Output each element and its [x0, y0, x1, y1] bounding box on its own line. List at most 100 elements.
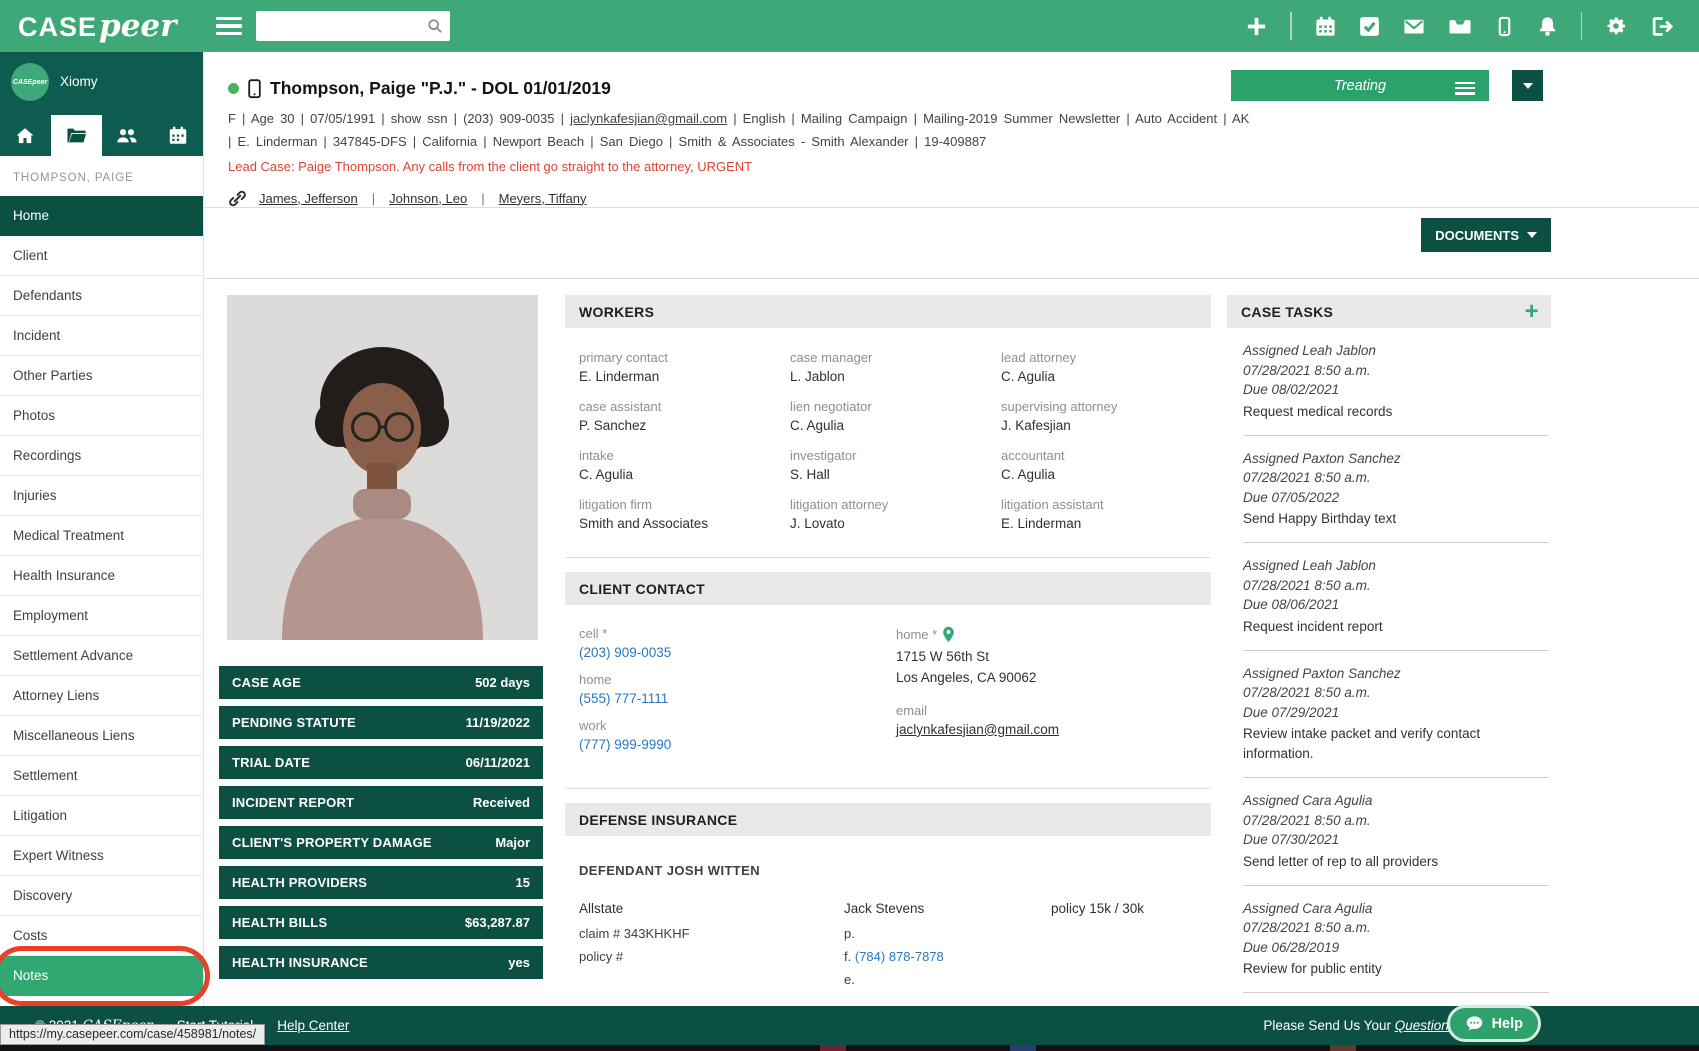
sidebar-item-medical-treatment[interactable]: Medical Treatment	[0, 516, 203, 556]
sidebar-item-employment[interactable]: Employment	[0, 596, 203, 636]
search-icon	[427, 18, 443, 34]
sidebar-item-injuries[interactable]: Injuries	[0, 476, 203, 516]
sidebar-item-costs[interactable]: Costs	[0, 916, 203, 956]
sidebar-item-expert-witness[interactable]: Expert Witness	[0, 836, 203, 876]
task-item[interactable]: Assigned Leah Jablon07/28/2021 8:50 a.m.…	[1227, 341, 1551, 422]
sidebar-item-litigation[interactable]: Litigation	[0, 796, 203, 836]
linked-case-link[interactable]: James, Jefferson	[259, 191, 358, 206]
client-email-link[interactable]: jaclynkafesjian@gmail.com	[896, 722, 1059, 737]
sidebar-item-settlement[interactable]: Settlement	[0, 756, 203, 796]
mobile-icon[interactable]	[1495, 16, 1514, 37]
calendar-icon[interactable]	[152, 115, 203, 156]
stage-dropdown-button[interactable]	[1512, 70, 1543, 101]
worker-entry: litigation firmSmith and Associates	[579, 497, 790, 531]
sidebar-item-home[interactable]: Home	[0, 196, 203, 236]
sidebar-item-photos[interactable]: Photos	[0, 396, 203, 436]
sidebar-item-other-parties[interactable]: Other Parties	[0, 356, 203, 396]
casepeer-logo: CASEpeer	[0, 8, 206, 44]
top-bar: CASEpeer	[0, 0, 1699, 52]
search-input[interactable]	[256, 11, 450, 41]
sidebar-item-client[interactable]: Client	[0, 236, 203, 276]
task-item[interactable]: Assigned Paxton Sanchez07/28/2021 8:50 a…	[1227, 449, 1551, 530]
avatar[interactable]: CASEpeer	[11, 63, 49, 101]
task-item[interactable]: Assigned Paxton Sanchez07/28/2021 8:50 a…	[1227, 664, 1551, 765]
cell-label: cell *	[579, 626, 896, 641]
claim-number: claim # 343KHKHF	[579, 922, 844, 945]
case-stage-button[interactable]: Treating	[1231, 70, 1489, 101]
status-bar-url: https://my.casepeer.com/case/458981/note…	[0, 1024, 265, 1045]
sidebar-tab-case[interactable]	[51, 115, 102, 156]
home-address-label: home *	[896, 627, 937, 642]
defense-insurance-section: DEFENSE INSURANCE DEFENDANT JOSH WITTEN …	[565, 788, 1211, 991]
policy-limits: policy 15k / 30k	[1051, 896, 1211, 922]
help-button[interactable]: Help	[1447, 1005, 1541, 1042]
task-item[interactable]: Assigned Cara Agulia07/28/2021 8:50 a.m.…	[1227, 791, 1551, 872]
client-email-link[interactable]: jaclynkafesjian@gmail.com	[570, 111, 727, 126]
worker-entry: intakeC. Agulia	[579, 448, 790, 482]
user-name: Xiomy	[60, 74, 98, 89]
linked-case-link[interactable]: Johnson, Leo	[389, 191, 467, 206]
divider	[204, 278, 1699, 279]
window-bottom-edge	[0, 1045, 1699, 1051]
case-status-dot	[228, 83, 239, 94]
sidebar-case-name: THOMPSON, PAIGE	[0, 156, 203, 196]
divider	[204, 207, 1699, 208]
worker-entry: lead attorneyC. Agulia	[1001, 350, 1211, 384]
sidebar-item-attorney-liens[interactable]: Attorney Liens	[0, 676, 203, 716]
sidebar-item-incident[interactable]: Incident	[0, 316, 203, 356]
sidebar-item-discovery[interactable]: Discovery	[0, 876, 203, 916]
worker-entry: litigation attorneyJ. Lovato	[790, 497, 1001, 531]
task-item[interactable]: Assigned Leah Jablon07/28/2021 8:50 a.m.…	[1227, 556, 1551, 637]
divider	[1581, 12, 1583, 40]
adjuster-fax-link[interactable]: (784) 878-7878	[855, 949, 944, 964]
sidebar-item-notes[interactable]: Notes	[0, 956, 203, 996]
main-content: Thompson, Paige "P.J." - DOL 01/01/2019 …	[204, 52, 1699, 1006]
help-center-link[interactable]: Help Center	[277, 1018, 349, 1033]
calendar-icon	[168, 126, 188, 145]
sidebar-item-defendants[interactable]: Defendants	[0, 276, 203, 316]
adjuster-phone-label: p.	[844, 922, 1051, 945]
sidebar-tab-home[interactable]	[0, 115, 51, 156]
sidebar-item-health-insurance[interactable]: Health Insurance	[0, 556, 203, 596]
map-pin-icon	[942, 626, 955, 643]
add-icon[interactable]	[1246, 16, 1267, 37]
work-phone-link[interactable]: (777) 999-9990	[579, 737, 671, 752]
chevron-down-icon	[1527, 232, 1537, 238]
sidebar-tab-contacts[interactable]	[102, 115, 153, 156]
stage-menu-icon	[1455, 79, 1475, 97]
adjuster-fax-label: f.	[844, 949, 851, 964]
stat-row: TRIAL DATE06/11/2021	[219, 746, 543, 779]
sidebar-item-miscellaneous-liens[interactable]: Miscellaneous Liens	[0, 716, 203, 756]
home-phone-label: home	[579, 672, 896, 687]
case-meta: F | Age 30 | 07/05/1991 | show ssn | (20…	[228, 108, 1249, 154]
worker-entry: accountantC. Agulia	[1001, 448, 1211, 482]
hamburger-icon[interactable]	[216, 13, 242, 40]
documents-button[interactable]: DOCUMENTS	[1421, 218, 1551, 252]
settings-gear-icon[interactable]	[1605, 15, 1627, 37]
add-task-icon[interactable]: +	[1525, 302, 1539, 322]
logout-icon[interactable]	[1650, 16, 1673, 37]
sidebar-item-recordings[interactable]: Recordings	[0, 436, 203, 476]
notifications-bell-icon[interactable]	[1537, 16, 1558, 37]
inbox-icon[interactable]	[1448, 16, 1472, 37]
chat-bubble-icon	[1465, 1015, 1484, 1033]
client-photo	[227, 295, 538, 640]
cell-phone-link[interactable]: (203) 909-0035	[579, 645, 671, 660]
stat-row: PENDING STATUTE11/19/2022	[219, 706, 543, 739]
home-icon	[15, 127, 35, 145]
calendar-icon[interactable]	[1315, 16, 1336, 37]
adjuster-email-label: e.	[844, 968, 1051, 991]
mail-icon[interactable]	[1403, 16, 1425, 37]
task-item[interactable]: Assigned Cara Agulia07/28/2021 8:50 a.m.…	[1227, 899, 1551, 980]
divider	[1243, 542, 1549, 543]
case-tasks-header: CASE TASKS	[1241, 304, 1333, 320]
tasks-check-icon[interactable]	[1359, 16, 1380, 37]
chevron-down-icon	[1523, 83, 1533, 89]
home-address: 1715 W 56th StLos Angeles, CA 90062	[896, 647, 1211, 689]
defendant-name: DEFENDANT JOSH WITTEN	[565, 836, 1211, 878]
sidebar-user-panel: CASEpeer Xiomy	[0, 52, 203, 156]
sidebar-item-settlement-advance[interactable]: Settlement Advance	[0, 636, 203, 676]
linked-case-link[interactable]: Meyers, Tiffany	[499, 191, 587, 206]
stat-row: HEALTH BILLS$63,287.87	[219, 906, 543, 939]
home-phone-link[interactable]: (555) 777-1111	[579, 691, 668, 706]
